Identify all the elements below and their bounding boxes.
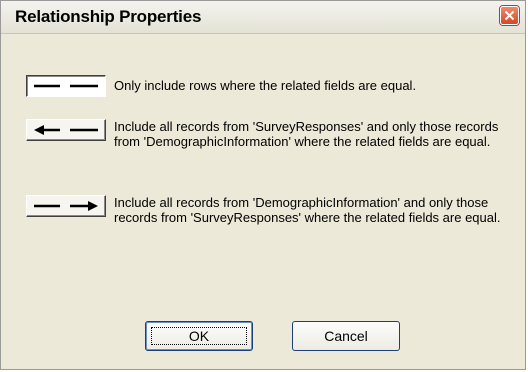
close-button[interactable]	[500, 6, 519, 25]
join-option-left: Include all records from 'SurveyResponse…	[26, 119, 514, 149]
join-left-button[interactable]	[26, 119, 106, 141]
close-icon	[504, 10, 515, 21]
focus-ring	[151, 327, 247, 345]
join-right-arrow-icon	[34, 201, 98, 211]
join-option-right: Include all records from 'DemographicInf…	[26, 195, 514, 225]
cancel-button[interactable]: Cancel	[292, 321, 400, 351]
title-bar[interactable]: Relationship Properties	[1, 1, 525, 34]
relationship-properties-dialog: Relationship Properties Only include row…	[0, 0, 526, 370]
join-inner-icon	[34, 84, 98, 88]
join-left-arrow-icon	[34, 125, 98, 135]
join-inner-description: Only include rows where the related fiel…	[114, 78, 417, 93]
ok-button[interactable]: OK	[145, 321, 253, 351]
join-inner-button[interactable]	[26, 75, 106, 97]
join-right-description: Include all records from 'DemographicInf…	[114, 195, 501, 225]
dialog-title: Relationship Properties	[15, 7, 202, 26]
cancel-button-label: Cancel	[324, 328, 368, 344]
join-left-description: Include all records from 'SurveyResponse…	[114, 119, 499, 149]
join-option-inner: Only include rows where the related fiel…	[26, 75, 514, 97]
join-right-button[interactable]	[26, 195, 106, 217]
